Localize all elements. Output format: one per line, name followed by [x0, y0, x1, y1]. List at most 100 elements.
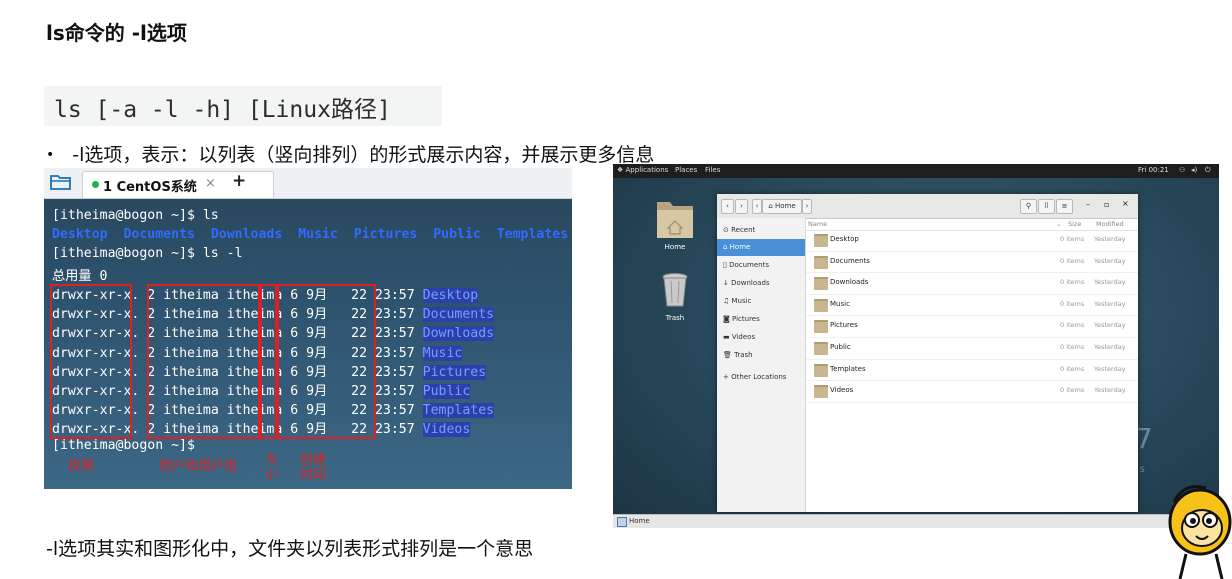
file-name: Videos [830, 386, 854, 395]
size-column-box [260, 284, 277, 439]
add-tab-icon[interactable]: + [232, 171, 246, 191]
file-modified: Yesterday [1094, 364, 1126, 373]
file-manager-window: ‹ › ‹ ⌂ Home › ⚲ ⠿ ≡ – ▫ × ⊙ Recent ⌂ Hom… [717, 194, 1138, 512]
path-left-icon[interactable]: ‹ [752, 199, 762, 214]
volume-icon[interactable]: ◂) [1191, 166, 1197, 174]
file-row[interactable]: Videos 0 items Yesterday [806, 380, 1138, 403]
file-row[interactable]: Templates 0 items Yesterday [806, 359, 1138, 382]
forward-icon[interactable]: › [735, 199, 748, 214]
size-column-header[interactable]: Size [1068, 220, 1081, 228]
sidebar-item-home[interactable]: ⌂ Home [717, 239, 805, 256]
connected-status-dot [92, 181, 99, 188]
file-size: 0 items [1060, 364, 1085, 373]
terminal-tab-bar: 1 CentOS系统 × + [44, 168, 572, 199]
ls-name: Public [422, 384, 471, 399]
sidebar-item-trash[interactable]: 🗑 Trash [717, 347, 805, 364]
file-modified: Yesterday [1094, 343, 1126, 351]
ls-time: 23:57 [374, 345, 415, 361]
sidebar-item-label: + Other Locations [723, 373, 786, 381]
sidebar-item-text: Documents [729, 261, 769, 269]
file-row[interactable]: Documents 0 items Yesterday [806, 251, 1138, 274]
close-icon[interactable]: × [205, 176, 216, 191]
search-icon[interactable]: ⚲ [1020, 199, 1037, 214]
ls-time: 23:57 [374, 364, 415, 380]
modified-column-header[interactable]: Modified [1096, 220, 1124, 228]
applications-menu[interactable]: ❖ Applications [617, 166, 668, 174]
trash-icon[interactable] [661, 272, 689, 308]
sidebar-item-text: Videos [731, 333, 756, 341]
sidebar-item-text: Home [729, 243, 751, 251]
ls-entry: Public [433, 227, 481, 242]
sidebar-item-downloads[interactable]: ↓ Downloads [717, 275, 805, 292]
bullet-text: -l选项，表示：以列表（竖向排列）的形式展示内容，并展示更多信息 [72, 144, 655, 166]
maximize-icon[interactable]: ▫ [1104, 200, 1109, 209]
file-name: Desktop [830, 235, 859, 243]
sidebar-item-recent[interactable]: ⊙ Recent [717, 222, 805, 239]
file-name: Pictures [830, 321, 858, 330]
sidebar-item-documents[interactable]: ▯ Documents [717, 257, 805, 274]
sidebar-item-other-locations[interactable]: + Other Locations [717, 369, 805, 386]
file-name: Public [830, 343, 851, 351]
terminal-line: [itheima@bogon ~]$ ls [52, 208, 219, 223]
page-title: ls命令的 -l选项 [46, 21, 187, 45]
sidebar-item-label: 🗑 Trash [723, 351, 753, 359]
owner-column-box [147, 284, 260, 439]
sidebar-item-label: ⊙ Recent [723, 226, 755, 234]
grid-view-icon[interactable]: ⠿ [1038, 199, 1055, 214]
taskbar: Home [613, 514, 1219, 528]
file-modified: Yesterday [1094, 321, 1126, 330]
sidebar-item-pictures[interactable]: ◙ Pictures [717, 311, 805, 328]
path-right-icon[interactable]: › [802, 199, 812, 214]
ls-name: Music [422, 345, 463, 361]
clock[interactable]: Fri 00:21 [1138, 166, 1169, 174]
file-size: 0 items [1060, 299, 1085, 308]
home-icon-label: Home [664, 243, 686, 251]
files-menu[interactable]: Files [705, 166, 720, 174]
file-size: 0 items [1060, 278, 1085, 287]
sidebar-item-label: ↓ Downloads [723, 279, 770, 287]
back-icon[interactable]: ‹ [721, 199, 734, 214]
folder-icon [814, 234, 828, 247]
file-row[interactable]: Desktop 0 items Yesterday [806, 229, 1138, 252]
sidebar-item-music[interactable]: ♫ Music [717, 293, 805, 310]
sidebar-item-icon: 🗑 [723, 351, 735, 359]
file-size: 0 items [1060, 343, 1085, 351]
ls-time: 23:57 [374, 326, 415, 342]
network-icon[interactable]: ⚇ [1179, 166, 1185, 174]
terminal-screenshot: 1 CentOS系统 × + [itheima@bogon ~]$ ls Des… [44, 168, 572, 489]
path-home-button[interactable]: ⌂ Home [762, 199, 802, 214]
trash-icon-label: Trash [665, 314, 685, 322]
folder-icon [814, 320, 828, 334]
places-menu[interactable]: Places [675, 166, 697, 174]
minimize-icon[interactable]: – [1086, 200, 1090, 209]
file-row[interactable]: Pictures 0 items Yesterday [806, 315, 1138, 338]
sort-arrow-icon: ⌄ [1056, 220, 1062, 228]
sidebar-item-videos[interactable]: ▬ Videos [717, 329, 805, 346]
terminal-line: [itheima@bogon ~]$ ls -l [52, 246, 243, 261]
close-window-icon[interactable]: × [1122, 199, 1129, 208]
folder-icon [814, 255, 828, 269]
ls-entry: Music [298, 227, 338, 242]
file-row[interactable]: Public 0 items Yesterday [806, 337, 1138, 360]
folder-icon [814, 385, 828, 399]
name-column-header[interactable]: Name [808, 220, 827, 228]
tab-label: 1 CentOS系统 [103, 180, 197, 195]
taskbar-window-home[interactable]: Home [629, 517, 650, 525]
ls-name: Videos [422, 422, 471, 438]
power-icon[interactable]: ⏻ [1205, 166, 1211, 175]
ls-time: 23:57 [374, 403, 415, 419]
sidebar-item-label: ⌂ Home [723, 243, 750, 251]
file-name: Music [830, 299, 850, 308]
file-row[interactable]: Music 0 items Yesterday [806, 294, 1138, 317]
sidebar-item-icon: ♫ [723, 297, 732, 305]
home-folder-icon[interactable] [655, 198, 695, 240]
folder-icon[interactable] [50, 173, 72, 191]
file-modified: Yesterday [1094, 235, 1126, 243]
monkey-mascot-logo [1168, 485, 1232, 579]
time-column-box [277, 284, 376, 439]
ls-output-line: Desktop Documents Downloads Music Pictur… [52, 227, 572, 242]
menu-icon[interactable]: ≡ [1056, 199, 1073, 214]
file-row[interactable]: Downloads 0 items Yesterday [806, 272, 1138, 295]
annotation-size: 大 小 [265, 453, 279, 483]
ls-name: Downloads [422, 326, 495, 342]
